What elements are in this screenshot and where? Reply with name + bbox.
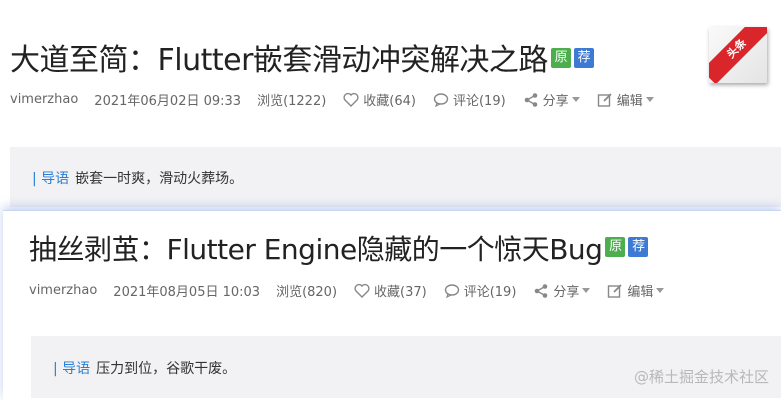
heart-icon — [342, 91, 360, 109]
original-badge: 原 — [550, 47, 571, 68]
share-icon — [522, 91, 540, 109]
view-count: 浏览(820) — [276, 285, 338, 300]
favorite-count: 收藏(64) — [363, 94, 416, 109]
view-count: 浏览(1222) — [257, 94, 327, 109]
comment-count: 评论(19) — [452, 94, 506, 109]
site-watermark: @稀土掘金技术社区 — [633, 368, 769, 386]
favorite-button[interactable]: 收藏(37) — [353, 281, 427, 300]
edit-icon — [606, 282, 624, 300]
intro-line: | 导语 嵌套一时爽，滑动火葬场。 — [32, 168, 243, 188]
comment-icon — [432, 91, 450, 109]
ribbon-label: 头条 — [709, 27, 767, 83]
favorite-button[interactable]: 收藏(64) — [342, 90, 416, 109]
share-button[interactable]: 分享 — [532, 281, 591, 300]
comment-button[interactable]: 评论(19) — [443, 281, 517, 300]
caret-down-icon — [656, 288, 665, 293]
share-icon — [532, 282, 550, 300]
edit-icon — [596, 91, 614, 109]
share-label: 分享 — [542, 94, 569, 109]
article-title[interactable]: 抽丝剥茧：Flutter Engine隐藏的一个惊天Bug 原荐 — [29, 228, 649, 268]
comment-count: 评论(19) — [463, 285, 517, 300]
favorite-count: 收藏(37) — [374, 285, 427, 300]
original-badge: 原 — [605, 237, 626, 257]
edit-button[interactable]: 编辑 — [596, 90, 654, 109]
edit-button[interactable]: 编辑 — [606, 281, 665, 300]
intro-text: 嵌套一时爽，滑动火葬场。 — [75, 171, 244, 187]
intro-tag: | 导语 — [53, 361, 91, 377]
comment-button[interactable]: 评论(19) — [432, 90, 506, 109]
caret-down-icon — [571, 97, 580, 102]
intro-text: 压力到位，谷歌干废。 — [96, 361, 237, 377]
heart-icon — [353, 282, 371, 300]
share-label: 分享 — [553, 285, 580, 300]
intro-line: | 导语 压力到位，谷歌干废。 — [53, 358, 236, 378]
caret-down-icon — [582, 288, 591, 293]
author-link[interactable]: vimerzhao — [10, 92, 78, 107]
edit-label: 编辑 — [627, 285, 654, 300]
article-title-text[interactable]: 抽丝剥茧：Flutter Engine隐藏的一个惊天Bug — [29, 233, 603, 266]
article-intro: | 导语 嵌套一时爽，滑动火葬场。 — [10, 147, 781, 207]
article-card-1: 大道至简：Flutter嵌套滑动冲突解决之路原荐 头条 vimerzhao 20… — [0, 0, 781, 230]
comment-icon — [443, 282, 461, 300]
edit-label: 编辑 — [616, 94, 643, 109]
headline-ribbon: 头条 — [709, 27, 767, 83]
recommended-badge: 荐 — [573, 47, 594, 68]
recommended-badge: 荐 — [628, 237, 649, 257]
author-link[interactable]: vimerzhao — [29, 283, 97, 298]
publish-date: 2021年08月05日 10:03 — [113, 285, 261, 300]
intro-tag: | 导语 — [32, 171, 70, 187]
article-title-text[interactable]: 大道至简：Flutter嵌套滑动冲突解决之路 — [10, 43, 548, 78]
article-title[interactable]: 大道至简：Flutter嵌套滑动冲突解决之路原荐 — [10, 35, 594, 79]
share-button[interactable]: 分享 — [522, 90, 580, 109]
publish-date: 2021年06月02日 09:33 — [94, 94, 242, 109]
article-meta: vimerzhao 2021年08月05日 10:03 浏览(820) 收藏(3… — [29, 281, 680, 300]
article-meta: vimerzhao 2021年06月02日 09:33 浏览(1222) 收藏(… — [10, 90, 670, 109]
caret-down-icon — [645, 97, 654, 102]
